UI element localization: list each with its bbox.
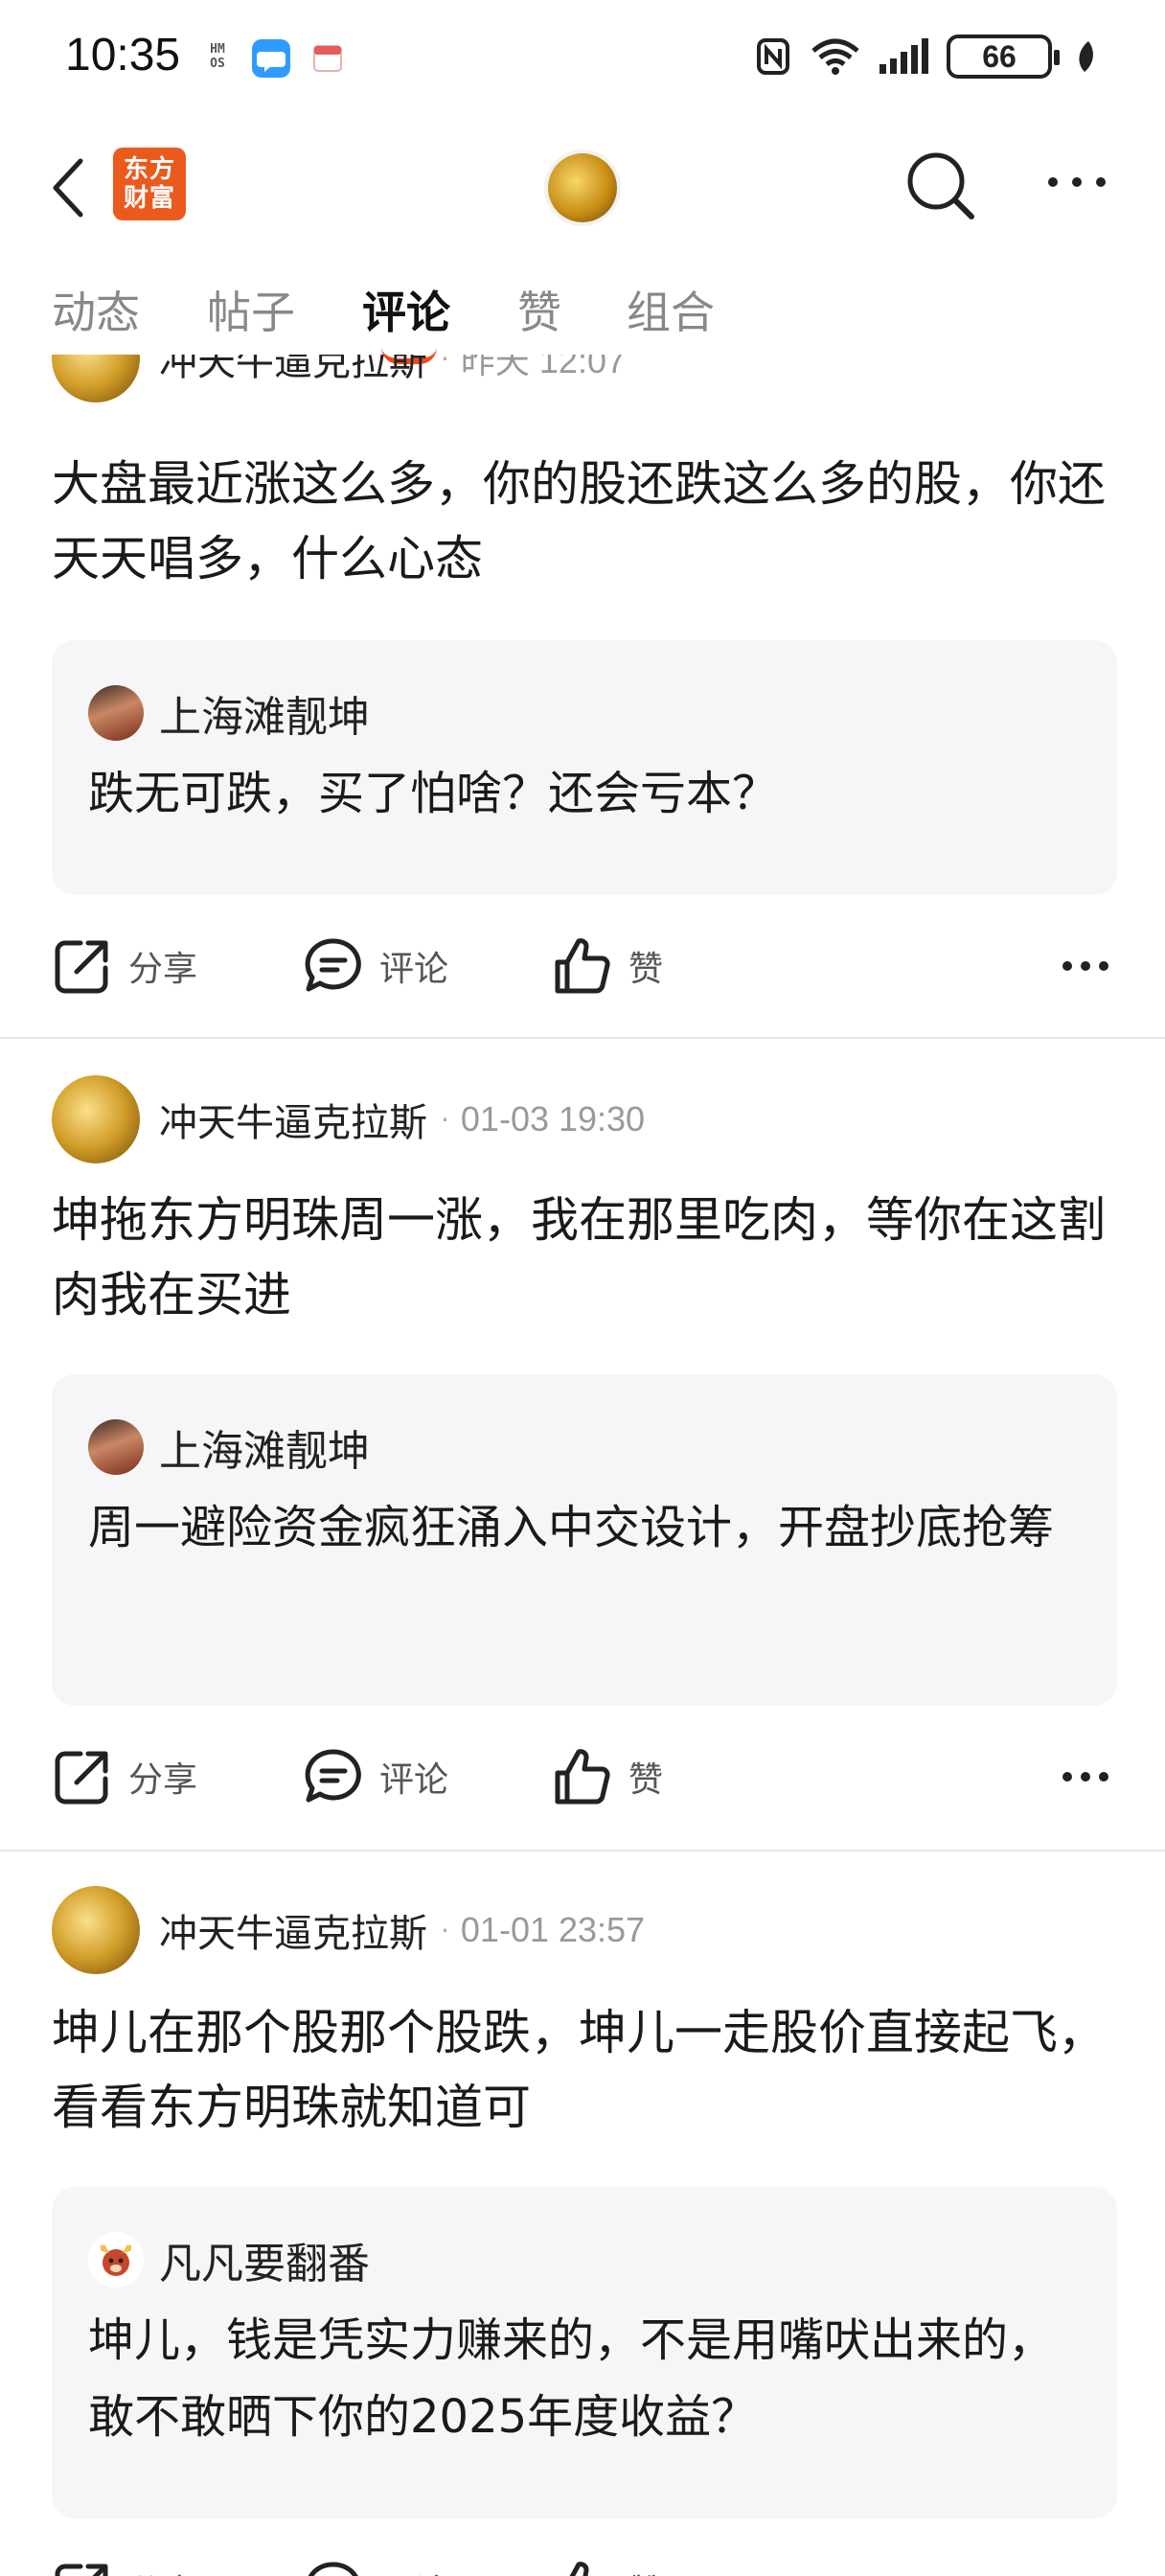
thumbs-up-icon: [555, 1749, 610, 1805]
share-button[interactable]: 分享: [52, 935, 197, 997]
tab-dynamics[interactable]: 动态: [52, 278, 140, 341]
user-avatar[interactable]: [52, 1075, 140, 1163]
thumbs-up-icon: [569, 2562, 589, 2576]
more-actions-button[interactable]: [1062, 958, 1109, 977]
share-icon: [55, 2564, 108, 2576]
like-label: 赞: [628, 1760, 664, 1800]
user-avatar[interactable]: [52, 1886, 140, 1974]
reply-header: 凡凡要翻番: [88, 2229, 370, 2290]
share-button[interactable]: 分享: [52, 1746, 197, 1807]
reply-username[interactable]: 上海滩靓坤: [159, 1416, 370, 1478]
share-icon: [55, 940, 108, 994]
comment-header: 冲天牛逼克拉斯 · 昨天 12:07: [52, 355, 626, 402]
share-label: 分享: [128, 950, 198, 989]
comment-label: 评论: [379, 2564, 448, 2576]
user-avatar[interactable]: [52, 355, 140, 402]
share-label: 分享: [128, 2564, 197, 2576]
reply-quote[interactable]: 凡凡要翻番 坤儿，钱是凭实力赚来的，不是用嘴吠出来的，敢不敢晒下你的2025年度…: [52, 2187, 1117, 2518]
comment-label: 评论: [379, 1760, 449, 1800]
comment-button[interactable]: 评论: [303, 1746, 448, 1807]
action-bar: 分享 评论 赞: [0, 2540, 1165, 2576]
more-icon: [1062, 1772, 1108, 1782]
comment-header: 冲天牛逼克拉斯 · 01-01 23:57: [52, 1886, 645, 1974]
search-button[interactable]: [904, 150, 977, 226]
comment-time: 01-03 19:30: [460, 1099, 646, 1138]
like-button[interactable]: 赞: [552, 2559, 663, 2576]
eastmoney-logo[interactable]: 东方 财富: [113, 148, 186, 220]
separator-dot: ·: [441, 355, 449, 375]
separator-dot: ·: [441, 1914, 449, 1946]
signal-icon: [879, 38, 928, 74]
reply-quote[interactable]: 上海滩靓坤 跌无可跌，买了怕啥？还会亏本？: [52, 640, 1117, 895]
nfc-icon: [757, 38, 789, 75]
reply-username[interactable]: 凡凡要翻番: [159, 2229, 370, 2290]
like-label: 赞: [628, 2564, 663, 2576]
comment-text[interactable]: 坤拖东方明珠周一涨，我在那里吃肉，等你在这割肉我在买进: [52, 1183, 1125, 1332]
tab-posts[interactable]: 帖子: [207, 278, 295, 341]
share-label: 分享: [128, 1760, 198, 1800]
leaf-icon: [1079, 41, 1093, 72]
comment-button[interactable]: 评论: [303, 2559, 448, 2576]
profile-avatar[interactable]: [548, 153, 617, 222]
reply-quote[interactable]: 上海滩靓坤 周一避险资金疯狂涌入中交设计，开盘抄底抢筹: [52, 1374, 1117, 1706]
username[interactable]: 冲天牛逼克拉斯: [159, 355, 427, 386]
comment-text[interactable]: 大盘最近涨这么多，你的股还跌这么多的股，你还天天唱多，什么心态: [52, 447, 1125, 596]
comment-text[interactable]: 坤儿在那个股那个股跌，坤儿一走股价直接起飞，看看东方明珠就知道可: [52, 1995, 1125, 2145]
comment-icon: [305, 1749, 361, 1803]
more-actions-button[interactable]: [1062, 1769, 1109, 1787]
share-icon: [55, 1751, 108, 1805]
harmonyos-icon: HM OS: [210, 42, 225, 71]
action-bar: 分享 评论 赞: [0, 1727, 1165, 1823]
like-button[interactable]: 赞: [552, 935, 663, 997]
comment-time: 昨天 12:07: [460, 355, 626, 380]
comment-feed[interactable]: 冲天牛逼克拉斯 · 昨天 12:07 大盘最近涨这么多，你的股还跌这么多的股，你…: [0, 355, 1165, 2576]
calendar-app-icon: [312, 42, 343, 77]
reply-header: 上海滩靓坤: [88, 682, 370, 744]
comment-icon: [305, 938, 361, 992]
status-right-icons: 66: [755, 34, 1098, 79]
status-time: 10:35: [65, 30, 181, 80]
thumbs-up-icon: [555, 938, 610, 994]
back-button[interactable]: [50, 157, 88, 222]
ox-avatar-icon: [100, 2244, 132, 2276]
reply-text: 跌无可跌，买了怕啥？还会亏本？: [88, 767, 779, 820]
battery-indicator: 66: [947, 34, 1060, 79]
reply-user-avatar[interactable]: [88, 1419, 144, 1475]
profile-tabs: 动态 帖子 评论 赞 组合: [0, 278, 1165, 364]
tab-comments[interactable]: 评论: [362, 278, 450, 341]
comment-icon: [308, 2562, 358, 2576]
more-icon: [1062, 961, 1108, 971]
chevron-left-icon: [53, 158, 83, 218]
comment-label: 评论: [379, 950, 449, 989]
divider: [0, 1037, 1165, 1039]
tab-portfolio[interactable]: 组合: [627, 278, 715, 341]
status-bar: 10:35 HM OS 66: [0, 0, 1165, 115]
reply-text: 坤儿，钱是凭实力赚来的，不是用嘴吠出来的，敢不敢晒下你的2025年度收益？: [88, 2313, 1055, 2444]
separator-dot: ·: [441, 1103, 449, 1136]
comment-button[interactable]: 评论: [303, 935, 448, 997]
more-icon: [1048, 177, 1106, 187]
reply-username[interactable]: 上海滩靓坤: [159, 682, 370, 744]
top-nav-bar: 东方 财富: [0, 134, 1165, 240]
action-bar: 分享 评论 赞: [0, 916, 1165, 1012]
reply-user-avatar[interactable]: [88, 685, 144, 741]
username[interactable]: 冲天牛逼克拉斯: [159, 1902, 427, 1958]
message-app-icon: [251, 38, 291, 82]
reply-text: 周一避险资金疯狂涌入中交设计，开盘抄底抢筹: [88, 1501, 1055, 1554]
like-button[interactable]: 赞: [552, 1746, 663, 1807]
search-icon: [907, 152, 974, 219]
username[interactable]: 冲天牛逼克拉斯: [159, 1092, 427, 1147]
reply-user-avatar[interactable]: [88, 2232, 144, 2288]
wifi-icon: [811, 38, 859, 75]
divider: [0, 1850, 1165, 1852]
share-button[interactable]: 分享: [52, 2559, 197, 2576]
tab-likes[interactable]: 赞: [517, 278, 561, 341]
comment-time: 01-01 23:57: [460, 1910, 646, 1949]
comment-header: 冲天牛逼克拉斯 · 01-03 19:30: [52, 1075, 645, 1163]
more-options-button[interactable]: [1046, 172, 1108, 196]
reply-header: 上海滩靓坤: [88, 1416, 370, 1478]
like-label: 赞: [628, 950, 664, 989]
